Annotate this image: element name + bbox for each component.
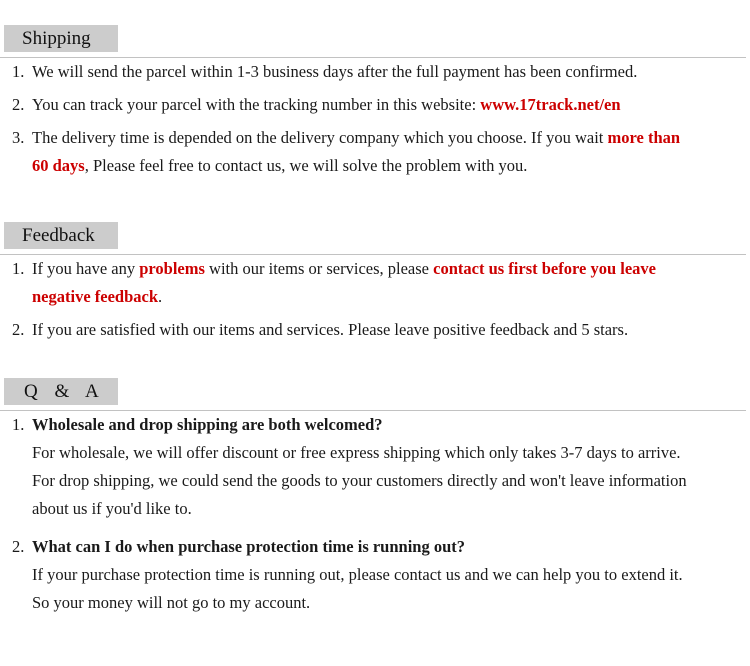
list-item: 2. What can I do when purchase protectio… xyxy=(0,533,750,617)
list-item-number: 2. xyxy=(12,95,25,114)
text-run: If you have any xyxy=(32,259,140,278)
list-item-body: The delivery time is depended on the del… xyxy=(32,124,750,180)
qa-answer-line: So your money will not go to my account. xyxy=(32,593,311,612)
list-item: 2. If you are satisfied with our items a… xyxy=(0,316,750,344)
section-title-feedback: Feedback xyxy=(4,222,118,249)
list-item-body: We will send the parcel within 1-3 busin… xyxy=(32,58,750,86)
section-shipping: Shipping 1. We will send the parcel with… xyxy=(0,0,750,180)
text-run: We will send the parcel within 1-3 busin… xyxy=(32,62,638,81)
text-line: 60 days, Please feel free to contact us,… xyxy=(32,152,750,180)
text-run: The delivery time is depended on the del… xyxy=(32,128,608,147)
section-title-shipping: Shipping xyxy=(4,25,118,52)
text-line: If you are satisfied with our items and … xyxy=(32,316,750,344)
shipping-list: 1. We will send the parcel within 1-3 bu… xyxy=(0,58,750,180)
list-item-body: If you are satisfied with our items and … xyxy=(32,316,750,344)
text-run: You can track your parcel with the track… xyxy=(32,95,481,114)
qa-question: What can I do when purchase protection t… xyxy=(32,537,466,556)
qa-answer-line: For wholesale, we will offer discount or… xyxy=(32,443,681,462)
text-run: , Please feel free to contact us, we wil… xyxy=(84,156,528,175)
list-item: 1. Wholesale and drop shipping are both … xyxy=(0,411,750,523)
faq-page: Shipping 1. We will send the parcel with… xyxy=(0,0,750,666)
text-line: The delivery time is depended on the del… xyxy=(32,124,750,152)
list-item-number: 1. xyxy=(12,415,25,434)
text-run-emphasis: problems xyxy=(139,259,205,278)
list-item-body: Wholesale and drop shipping are both wel… xyxy=(32,411,750,523)
text-line: negative feedback. xyxy=(32,283,750,311)
list-item-number: 1. xyxy=(12,62,25,81)
section-title-qa: Q & A xyxy=(4,378,118,405)
list-item-body: You can track your parcel with the track… xyxy=(32,91,750,119)
qa-list: 1. Wholesale and drop shipping are both … xyxy=(0,411,750,617)
section-feedback: Feedback 1. If you have any problems wit… xyxy=(0,180,750,344)
qa-answer-line: For drop shipping, we could send the goo… xyxy=(32,471,687,490)
text-run: with our items or services, please xyxy=(204,259,434,278)
list-item-body: If you have any problems with our items … xyxy=(32,255,750,311)
list-item: 1. We will send the parcel within 1-3 bu… xyxy=(0,58,750,86)
section-header-feedback: Feedback xyxy=(0,222,750,255)
list-item-number: 3. xyxy=(12,128,25,147)
text-run-emphasis: more than xyxy=(607,128,681,147)
text-run: If you are satisfied with our items and … xyxy=(32,320,629,339)
text-run-emphasis: negative feedback xyxy=(32,287,159,306)
text-run: . xyxy=(158,287,163,306)
text-line: We will send the parcel within 1-3 busin… xyxy=(32,58,750,86)
text-line: If you have any problems with our items … xyxy=(32,255,750,283)
list-item: 3. The delivery time is depended on the … xyxy=(0,124,750,180)
list-item: 2. You can track your parcel with the tr… xyxy=(0,91,750,119)
list-item-number: 2. xyxy=(12,537,25,556)
text-run-emphasis: 60 days xyxy=(32,156,85,175)
qa-answer-line: about us if you'd like to. xyxy=(32,499,192,518)
list-item: 1. If you have any problems with our ite… xyxy=(0,255,750,311)
list-item-number: 2. xyxy=(12,320,25,339)
tracking-link[interactable]: www.17track.net/en xyxy=(480,95,620,114)
list-item-number: 1. xyxy=(12,259,25,278)
feedback-list: 1. If you have any problems with our ite… xyxy=(0,255,750,344)
section-qa: Q & A 1. Wholesale and drop shipping are… xyxy=(0,344,750,617)
qa-answer-line: If your purchase protection time is runn… xyxy=(32,565,683,584)
qa-question: Wholesale and drop shipping are both wel… xyxy=(32,415,383,434)
text-run-emphasis: contact us first before you leave xyxy=(433,259,656,278)
section-header-qa: Q & A xyxy=(0,378,750,411)
list-item-body: What can I do when purchase protection t… xyxy=(32,533,750,617)
section-header-shipping: Shipping xyxy=(0,25,750,58)
text-line: You can track your parcel with the track… xyxy=(32,91,750,119)
